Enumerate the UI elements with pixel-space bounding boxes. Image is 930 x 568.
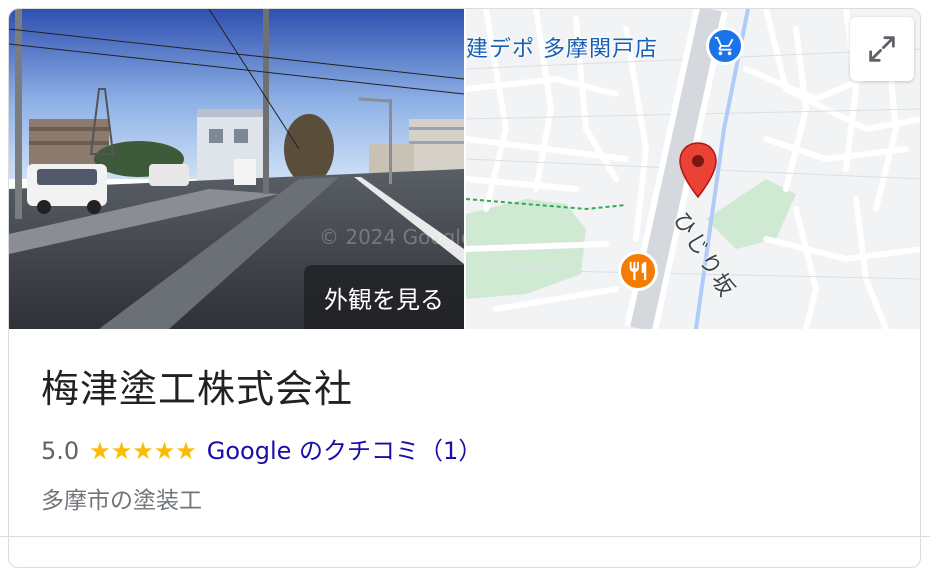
media-row: © 2024 Google 外観を見る 建デポ 多摩関戸店 ひじり坂 [9,9,920,329]
place-title: 梅津塗工株式会社 [41,367,354,411]
place-info: 梅津塗工株式会社 5.0 ★★★★★ Google のクチコミ（1） 多摩市の塗… [9,329,920,515]
shopping-cart-icon[interactable] [706,27,744,65]
expand-icon [869,36,895,62]
view-exterior-button[interactable]: 外観を見る [304,265,464,329]
expand-map-button[interactable] [850,17,914,81]
map-thumbnail[interactable]: 建デポ 多摩関戸店 ひじり坂 [466,9,920,329]
rating-stars: ★★★★★ [89,437,197,465]
map-store-label[interactable]: 建デポ 多摩関戸店 [466,31,658,63]
red-marker-icon[interactable] [678,141,718,199]
rating-row: 5.0 ★★★★★ Google のクチコミ（1） [41,437,890,465]
street-view-image[interactable]: © 2024 Google 外観を見る [9,9,464,329]
fork-knife-icon[interactable] [618,251,658,291]
rating-value: 5.0 [41,437,80,465]
place-card: © 2024 Google 外観を見る 建デポ 多摩関戸店 ひじり坂 梅津塗工株… [8,8,921,568]
reviews-link[interactable]: Google のクチコミ（1） [207,437,483,465]
place-category: 多摩市の塗装工 [41,488,202,514]
street-view-watermark: © 2024 Google [319,225,464,249]
divider [0,536,930,537]
